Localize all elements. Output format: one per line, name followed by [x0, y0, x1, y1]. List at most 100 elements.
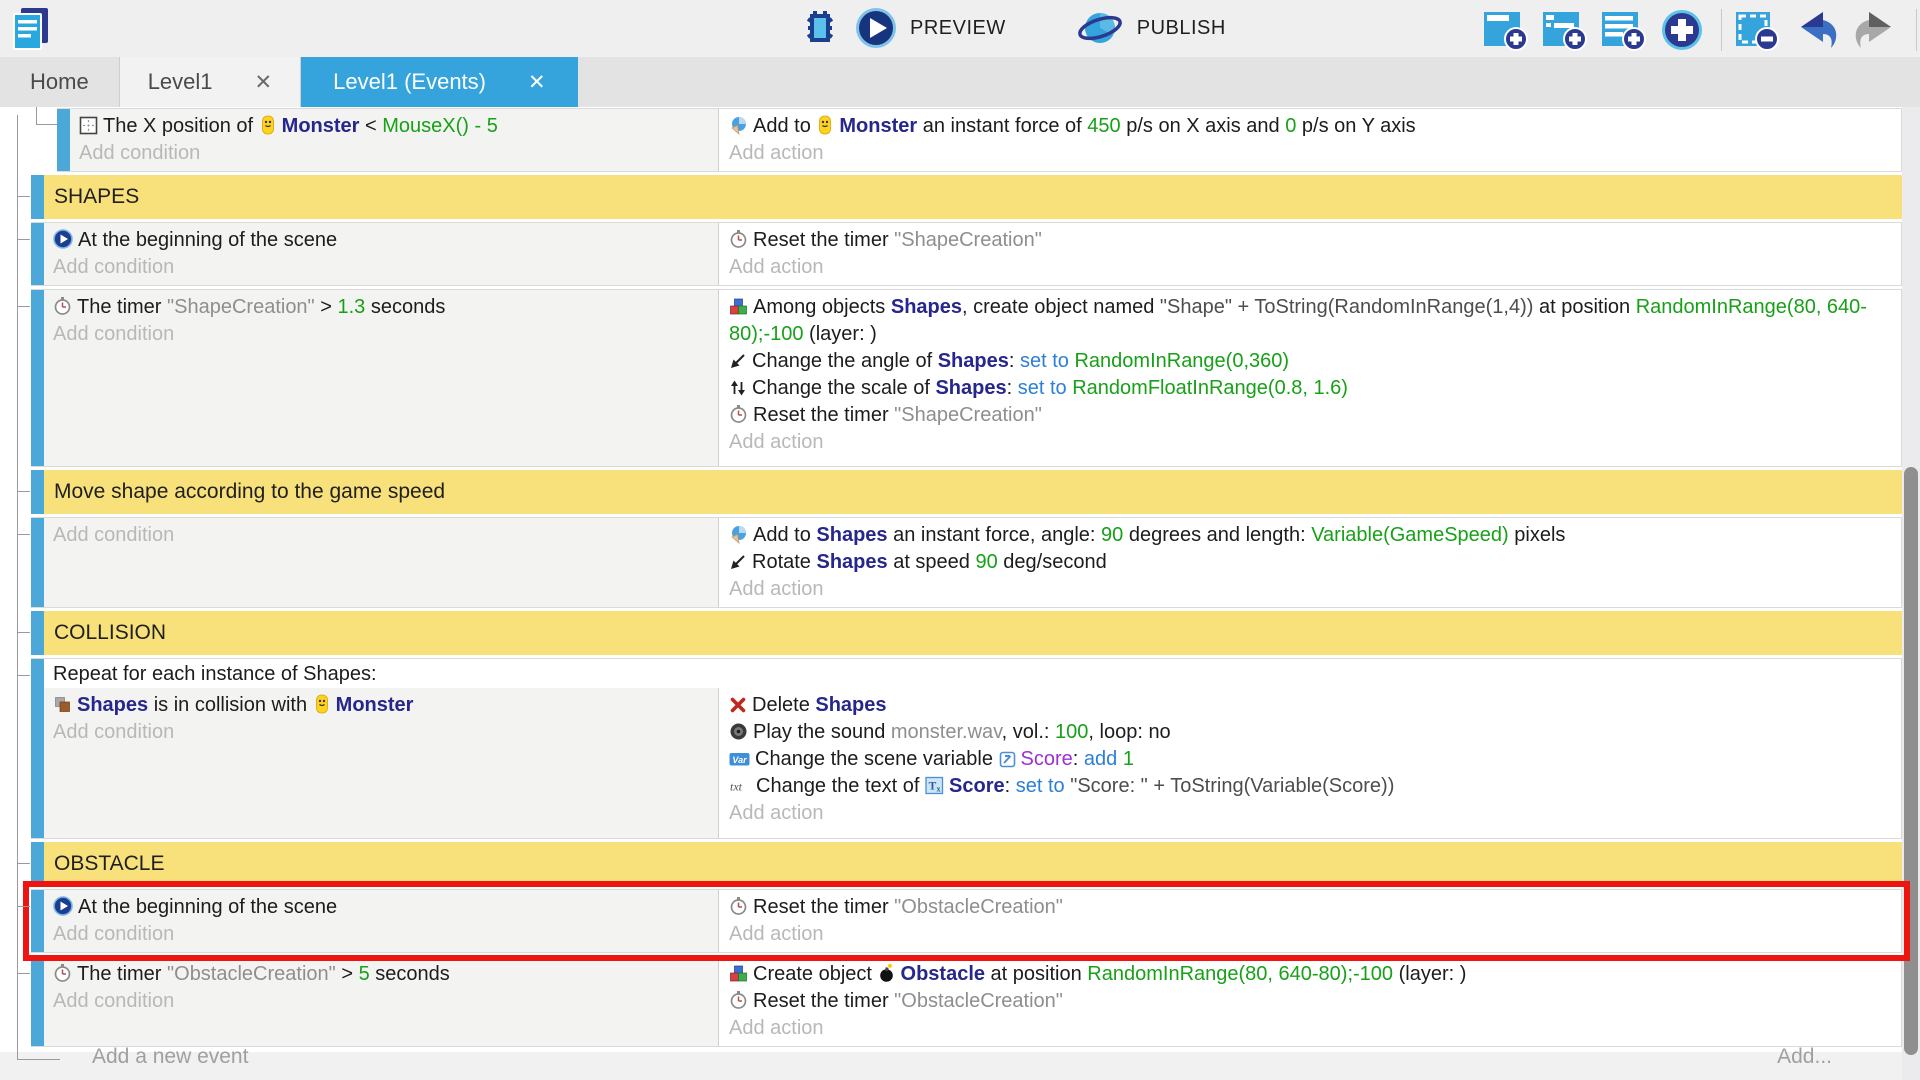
conditions-cell[interactable]: The timer "ShapeCreation" > 1.3 secondsA…: [44, 290, 719, 466]
foreach-title[interactable]: Repeat for each instance of Shapes:: [44, 659, 1901, 688]
tab-close-icon[interactable]: ✕: [528, 70, 546, 95]
action-line[interactable]: Reset the timer "ObstacleCreation": [729, 988, 1893, 1015]
conditions-cell[interactable]: At the beginning of the sceneAdd conditi…: [44, 223, 719, 285]
event-body: The timer "ObstacleCreation" > 5 seconds…: [44, 957, 1901, 1046]
action-line[interactable]: Reset the timer "ShapeCreation": [729, 402, 1893, 429]
force-icon: [729, 116, 748, 135]
action-line[interactable]: Add to Monster an instant force of 450 p…: [729, 113, 1893, 140]
event-drag-bar[interactable]: [31, 175, 44, 219]
redo-icon[interactable]: [1853, 8, 1899, 52]
actions-cell[interactable]: Add to Shapes an instant force, angle: 9…: [719, 518, 1901, 607]
event-drag-bar[interactable]: [31, 611, 44, 655]
event-drag-bar[interactable]: [31, 659, 44, 838]
tab-label: Home: [30, 69, 89, 95]
tab-close-icon[interactable]: ✕: [255, 70, 273, 95]
event-row[interactable]: The X position of Monster < MouseX() - 5…: [57, 108, 1902, 172]
add-action[interactable]: Add action: [729, 1015, 1893, 1042]
tab-strip: Home Level1✕Level1 (Events)✕: [0, 57, 1920, 107]
event-drag-bar[interactable]: [31, 518, 44, 607]
add-condition[interactable]: Add condition: [79, 140, 710, 167]
event-drag-bar[interactable]: [31, 842, 44, 886]
text-segment: "ObstacleCreation": [167, 963, 336, 985]
event-row-highlighted[interactable]: At the beginning of the sceneAdd conditi…: [31, 889, 1902, 953]
conditions-cell[interactable]: The timer "ObstacleCreation" > 5 seconds…: [44, 957, 719, 1046]
actions-cell[interactable]: Delete ShapesPlay the sound monster.wav,…: [719, 688, 1901, 838]
section-header-row[interactable]: Move shape according to the game speed: [31, 470, 1902, 514]
condition-line[interactable]: The X position of Monster < MouseX() - 5: [79, 113, 710, 140]
action-line[interactable]: Reset the timer "ShapeCreation": [729, 227, 1893, 254]
action-line[interactable]: Change the scale of Shapes: set to Rando…: [729, 375, 1893, 402]
add-condition[interactable]: Add condition: [53, 921, 710, 948]
tab-level1[interactable]: Level1✕: [119, 57, 301, 107]
actions-cell[interactable]: Create object Obstacle at position Rando…: [719, 957, 1901, 1046]
event-drag-bar[interactable]: [31, 470, 44, 514]
event-drag-bar[interactable]: [57, 109, 70, 171]
action-line[interactable]: txtChange the text of TxScore: set to "S…: [729, 773, 1893, 800]
action-line[interactable]: Rotate Shapes at speed 90 deg/second: [729, 549, 1893, 576]
event-drag-bar[interactable]: [31, 890, 44, 952]
publish-button[interactable]: PUBLISH: [1076, 7, 1226, 49]
add-event-icon[interactable]: [1483, 8, 1528, 52]
action-line[interactable]: Change the angle of Shapes: set to Rando…: [729, 348, 1893, 375]
actions-cell[interactable]: Add to Monster an instant force of 450 p…: [719, 109, 1901, 171]
event-row[interactable]: At the beginning of the sceneAdd conditi…: [31, 222, 1902, 286]
event-drag-bar[interactable]: [31, 957, 44, 1046]
event-row[interactable]: Add condition Add to Shapes an instant fo…: [31, 517, 1902, 608]
section-header-label: OBSTACLE: [44, 842, 1902, 886]
add-more-button[interactable]: Add...: [1777, 1045, 1832, 1069]
add-condition[interactable]: Add condition: [53, 254, 710, 281]
debug-icon[interactable]: [800, 7, 840, 49]
action-line[interactable]: Add to Shapes an instant force, angle: 9…: [729, 522, 1893, 549]
condition-line[interactable]: At the beginning of the scene: [53, 227, 710, 254]
action-line[interactable]: Create object Obstacle at position Rando…: [729, 961, 1893, 988]
condition-line[interactable]: Shapes is in collision with Monster: [53, 692, 710, 719]
action-line[interactable]: Play the sound monster.wav, vol.: 100, l…: [729, 719, 1893, 746]
actions-cell[interactable]: Reset the timer "ShapeCreation"Add actio…: [719, 223, 1901, 285]
action-line[interactable]: Reset the timer "ObstacleCreation": [729, 894, 1893, 921]
add-action[interactable]: Add action: [729, 800, 1893, 827]
actions-cell[interactable]: Among objects Shapes, create object name…: [719, 290, 1901, 466]
tab-level1-events-[interactable]: Level1 (Events)✕: [301, 57, 577, 107]
section-header-row[interactable]: OBSTACLE: [31, 842, 1902, 886]
text-segment: Obstacle: [901, 963, 985, 985]
app-logo-icon[interactable]: [10, 6, 52, 52]
tab-home[interactable]: Home: [0, 57, 119, 107]
delete-event-icon[interactable]: [1734, 8, 1779, 52]
add-action[interactable]: Add action: [729, 429, 1893, 456]
event-row[interactable]: The timer "ObstacleCreation" > 5 seconds…: [31, 956, 1902, 1047]
condition-line[interactable]: The timer "ShapeCreation" > 1.3 seconds: [53, 294, 710, 321]
add-action[interactable]: Add action: [729, 921, 1893, 948]
add-condition[interactable]: Add condition: [53, 522, 710, 549]
action-line[interactable]: Delete Shapes: [729, 692, 1893, 719]
add-action[interactable]: Add action: [729, 140, 1893, 167]
conditions-cell[interactable]: Shapes is in collision with MonsterAdd c…: [44, 688, 719, 838]
vertical-scrollbar[interactable]: [1902, 107, 1920, 1080]
preview-button[interactable]: PREVIEW: [855, 7, 1006, 49]
add-action[interactable]: Add action: [729, 576, 1893, 603]
add-action[interactable]: Add action: [729, 254, 1893, 281]
scrollbar-thumb[interactable]: [1904, 467, 1918, 1055]
condition-line[interactable]: At the beginning of the scene: [53, 894, 710, 921]
actions-cell[interactable]: Reset the timer "ObstacleCreation"Add ac…: [719, 890, 1901, 952]
action-line[interactable]: VarChange the scene variable Score: add …: [729, 746, 1893, 773]
event-row[interactable]: Repeat for each instance of Shapes:Shape…: [31, 658, 1902, 839]
add-circle-icon[interactable]: [1660, 8, 1704, 52]
add-new-event-button[interactable]: Add a new event: [92, 1045, 248, 1069]
undo-icon[interactable]: [1793, 8, 1839, 52]
event-drag-bar[interactable]: [31, 290, 44, 466]
add-condition[interactable]: Add condition: [53, 321, 710, 348]
add-subevent-icon[interactable]: [1542, 8, 1587, 52]
section-header-row[interactable]: COLLISION: [31, 611, 1902, 655]
add-condition[interactable]: Add condition: [53, 988, 710, 1015]
section-header-row[interactable]: SHAPES: [31, 175, 1902, 219]
conditions-cell[interactable]: The X position of Monster < MouseX() - 5…: [70, 109, 719, 171]
action-line[interactable]: Among objects Shapes, create object name…: [729, 294, 1893, 348]
conditions-cell[interactable]: Add condition: [44, 518, 719, 607]
scale-icon: [729, 379, 747, 397]
add-condition[interactable]: Add condition: [53, 719, 710, 746]
condition-line[interactable]: The timer "ObstacleCreation" > 5 seconds: [53, 961, 710, 988]
event-drag-bar[interactable]: [31, 223, 44, 285]
conditions-cell[interactable]: At the beginning of the sceneAdd conditi…: [44, 890, 719, 952]
add-comment-icon[interactable]: [1601, 8, 1646, 52]
event-row[interactable]: The timer "ShapeCreation" > 1.3 secondsA…: [31, 289, 1902, 467]
